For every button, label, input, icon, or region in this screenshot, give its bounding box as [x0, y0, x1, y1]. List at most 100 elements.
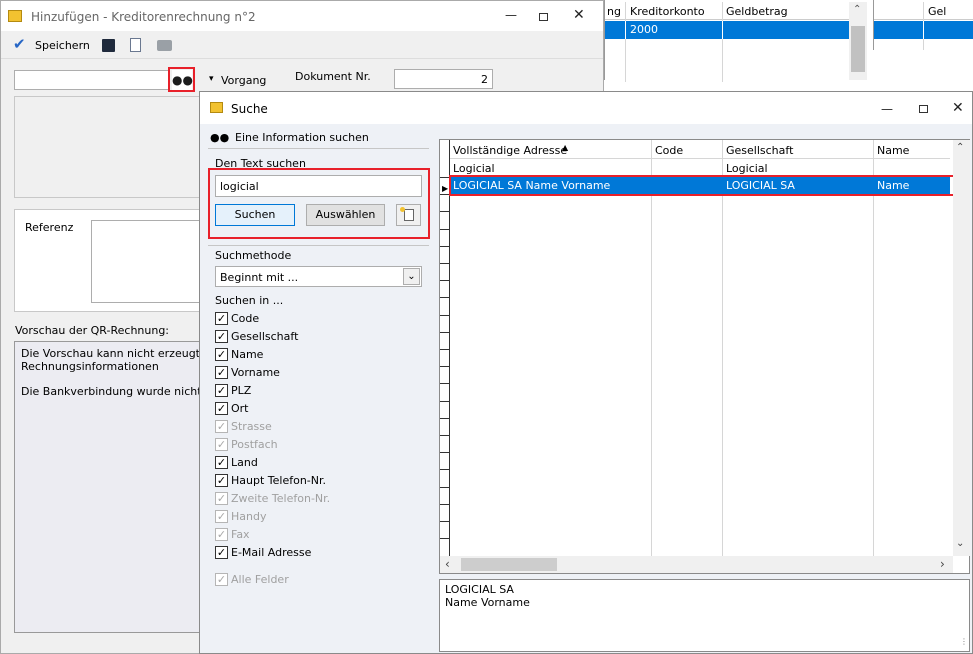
binoculars-highlight — [168, 67, 195, 92]
field-checkbox-label: Gesellschaft — [231, 330, 299, 343]
binoculars-icon: ●● — [210, 131, 230, 144]
field-checkbox[interactable]: ✓ — [215, 492, 228, 505]
row-selector-tick — [440, 229, 450, 230]
main-toolbar: ✔ Speichern — [1, 31, 603, 59]
grid-vertical-scrollbar[interactable]: ⌃ ⌄ — [953, 140, 970, 556]
field-checkbox[interactable]: ✓ — [215, 402, 228, 415]
search-area-highlight — [208, 168, 430, 239]
grid-column-divider — [722, 140, 723, 556]
scroll-down-icon[interactable]: ⌄ — [956, 538, 964, 549]
dialog-close-icon[interactable]: ✕ — [952, 100, 964, 116]
dialog-title-bar: Suche — ✕ — [200, 92, 972, 124]
grid-column-divider — [651, 140, 652, 556]
field-checkbox[interactable]: ✓ — [215, 330, 228, 343]
all-fields-label: Alle Felder — [231, 573, 289, 586]
dialog-minimize-icon[interactable]: — — [881, 102, 893, 116]
scroll-up-icon[interactable]: ⌃ — [956, 142, 964, 153]
app-icon — [8, 10, 22, 22]
background-table-scrollbar[interactable]: ⌃ — [849, 2, 867, 80]
method-select-value: Beginnt mit ... — [220, 271, 299, 284]
document-icon[interactable] — [130, 38, 141, 52]
field-checkbox[interactable]: ✓ — [215, 420, 228, 433]
field-checkbox[interactable]: ✓ — [215, 510, 228, 523]
field-checkbox-label: Code — [231, 312, 260, 325]
referenz-label: Referenz — [25, 221, 74, 234]
column-header-kreditorkonto[interactable]: Kreditorkonto — [630, 5, 705, 18]
column-header-right[interactable]: Gel — [928, 5, 946, 18]
chevron-down-icon[interactable]: ▾ — [209, 74, 214, 84]
field-checkbox[interactable]: ✓ — [215, 366, 228, 379]
field-checkbox[interactable]: ✓ — [215, 438, 228, 451]
row-selector-tick — [440, 418, 450, 419]
field-checkbox[interactable]: ✓ — [215, 528, 228, 541]
close-icon[interactable]: ✕ — [573, 7, 585, 23]
dialog-title: Suche — [231, 102, 268, 116]
grid-column-header[interactable]: Code — [655, 144, 683, 157]
qr-preview-line-3: Die Bankverbindung wurde nicht defi — [21, 385, 226, 398]
scroll-up-icon[interactable]: ⌃ — [853, 4, 861, 15]
field-checkbox-label: Land — [231, 456, 258, 469]
grid-column-divider — [873, 140, 874, 556]
grid-column-header[interactable]: Vollständige Adresse — [453, 144, 567, 157]
field-checkbox[interactable]: ✓ — [215, 474, 228, 487]
field-checkbox[interactable]: ✓ — [215, 348, 228, 361]
floppy-icon[interactable] — [102, 39, 115, 52]
printer-icon[interactable] — [157, 40, 172, 51]
qr-preview-label: Vorschau der QR-Rechnung: — [15, 324, 170, 337]
dialog-maximize-icon[interactable] — [919, 105, 928, 113]
field-checkbox[interactable]: ✓ — [215, 546, 228, 559]
method-divider — [208, 245, 429, 246]
preview-line-2: Name Vorname — [445, 596, 530, 609]
scrollbar-thumb[interactable] — [851, 26, 865, 72]
address-box — [14, 96, 200, 198]
info-heading: Eine Information suchen — [235, 131, 369, 144]
dokument-number-value: 2 — [481, 73, 488, 86]
background-table-window-right: Gel — [873, 0, 973, 50]
row-selector-tick — [440, 211, 450, 212]
results-grid: ▶ Vollständige Adresse ▲ Code Gesellscha… — [439, 139, 970, 574]
row-selector-tick — [440, 538, 450, 539]
horizontal-scrollbar-thumb[interactable] — [461, 558, 557, 571]
field-checkbox-label: Name — [231, 348, 264, 361]
grid-column-header[interactable]: Gesellschaft — [726, 144, 793, 157]
method-label: Suchmethode — [215, 249, 292, 262]
address-cell: Logicial — [453, 162, 495, 175]
background-table-selected-row[interactable]: 2000 — [605, 21, 849, 39]
row-selector-tick — [440, 452, 450, 453]
grid-column-header[interactable]: Name — [877, 144, 909, 157]
minimize-icon[interactable]: — — [505, 8, 517, 22]
checkmark-icon: ✔ — [13, 35, 26, 53]
field-checkbox-label: E-Mail Adresse — [231, 546, 312, 559]
dropdown-arrow-icon[interactable]: ⌄ — [403, 268, 420, 285]
method-select[interactable]: Beginnt mit ... ⌄ — [215, 266, 422, 287]
field-checkbox[interactable]: ✓ — [215, 456, 228, 469]
field-checkbox-label: Vorname — [231, 366, 280, 379]
scroll-right-icon[interactable]: › — [940, 557, 945, 571]
referenz-group: Referenz — [14, 209, 201, 312]
background-table-right-row[interactable] — [874, 21, 973, 39]
scroll-left-icon[interactable]: ‹ — [445, 557, 450, 571]
field-checkbox[interactable]: ✓ — [215, 384, 228, 397]
row-selector-tick — [440, 297, 450, 298]
heading-divider — [208, 148, 429, 149]
resize-grip-icon[interactable]: ⋮ — [960, 637, 968, 646]
field-checkbox[interactable]: ✓ — [215, 312, 228, 325]
grid-horizontal-scrollbar[interactable]: ‹ › — [440, 556, 953, 573]
row-selector-tick — [440, 521, 450, 522]
maximize-icon[interactable] — [539, 13, 548, 21]
field-checkbox-label: Handy — [231, 510, 267, 523]
referenz-textarea[interactable] — [91, 220, 201, 303]
column-header-geldbetrag[interactable]: Geldbetrag — [726, 5, 788, 18]
vorgang-label[interactable]: Vorgang — [221, 74, 266, 87]
creditor-input[interactable] — [14, 70, 169, 90]
save-button[interactable]: Speichern — [35, 39, 90, 52]
dokument-number-field[interactable]: 2 — [394, 69, 493, 89]
all-fields-checkbox[interactable]: ✓ — [215, 573, 228, 586]
selected-row-highlight — [449, 175, 955, 196]
row-selector-marker: ▶ — [442, 184, 449, 193]
main-window-title: Hinzufügen - Kreditorenrechnung n°2 — [31, 10, 256, 24]
main-title-bar: Hinzufügen - Kreditorenrechnung n°2 — ✕ — [1, 1, 603, 31]
row-selector-tick — [440, 383, 450, 384]
background-table-right-header: Gel — [874, 2, 973, 50]
row-selector-tick — [440, 315, 450, 316]
